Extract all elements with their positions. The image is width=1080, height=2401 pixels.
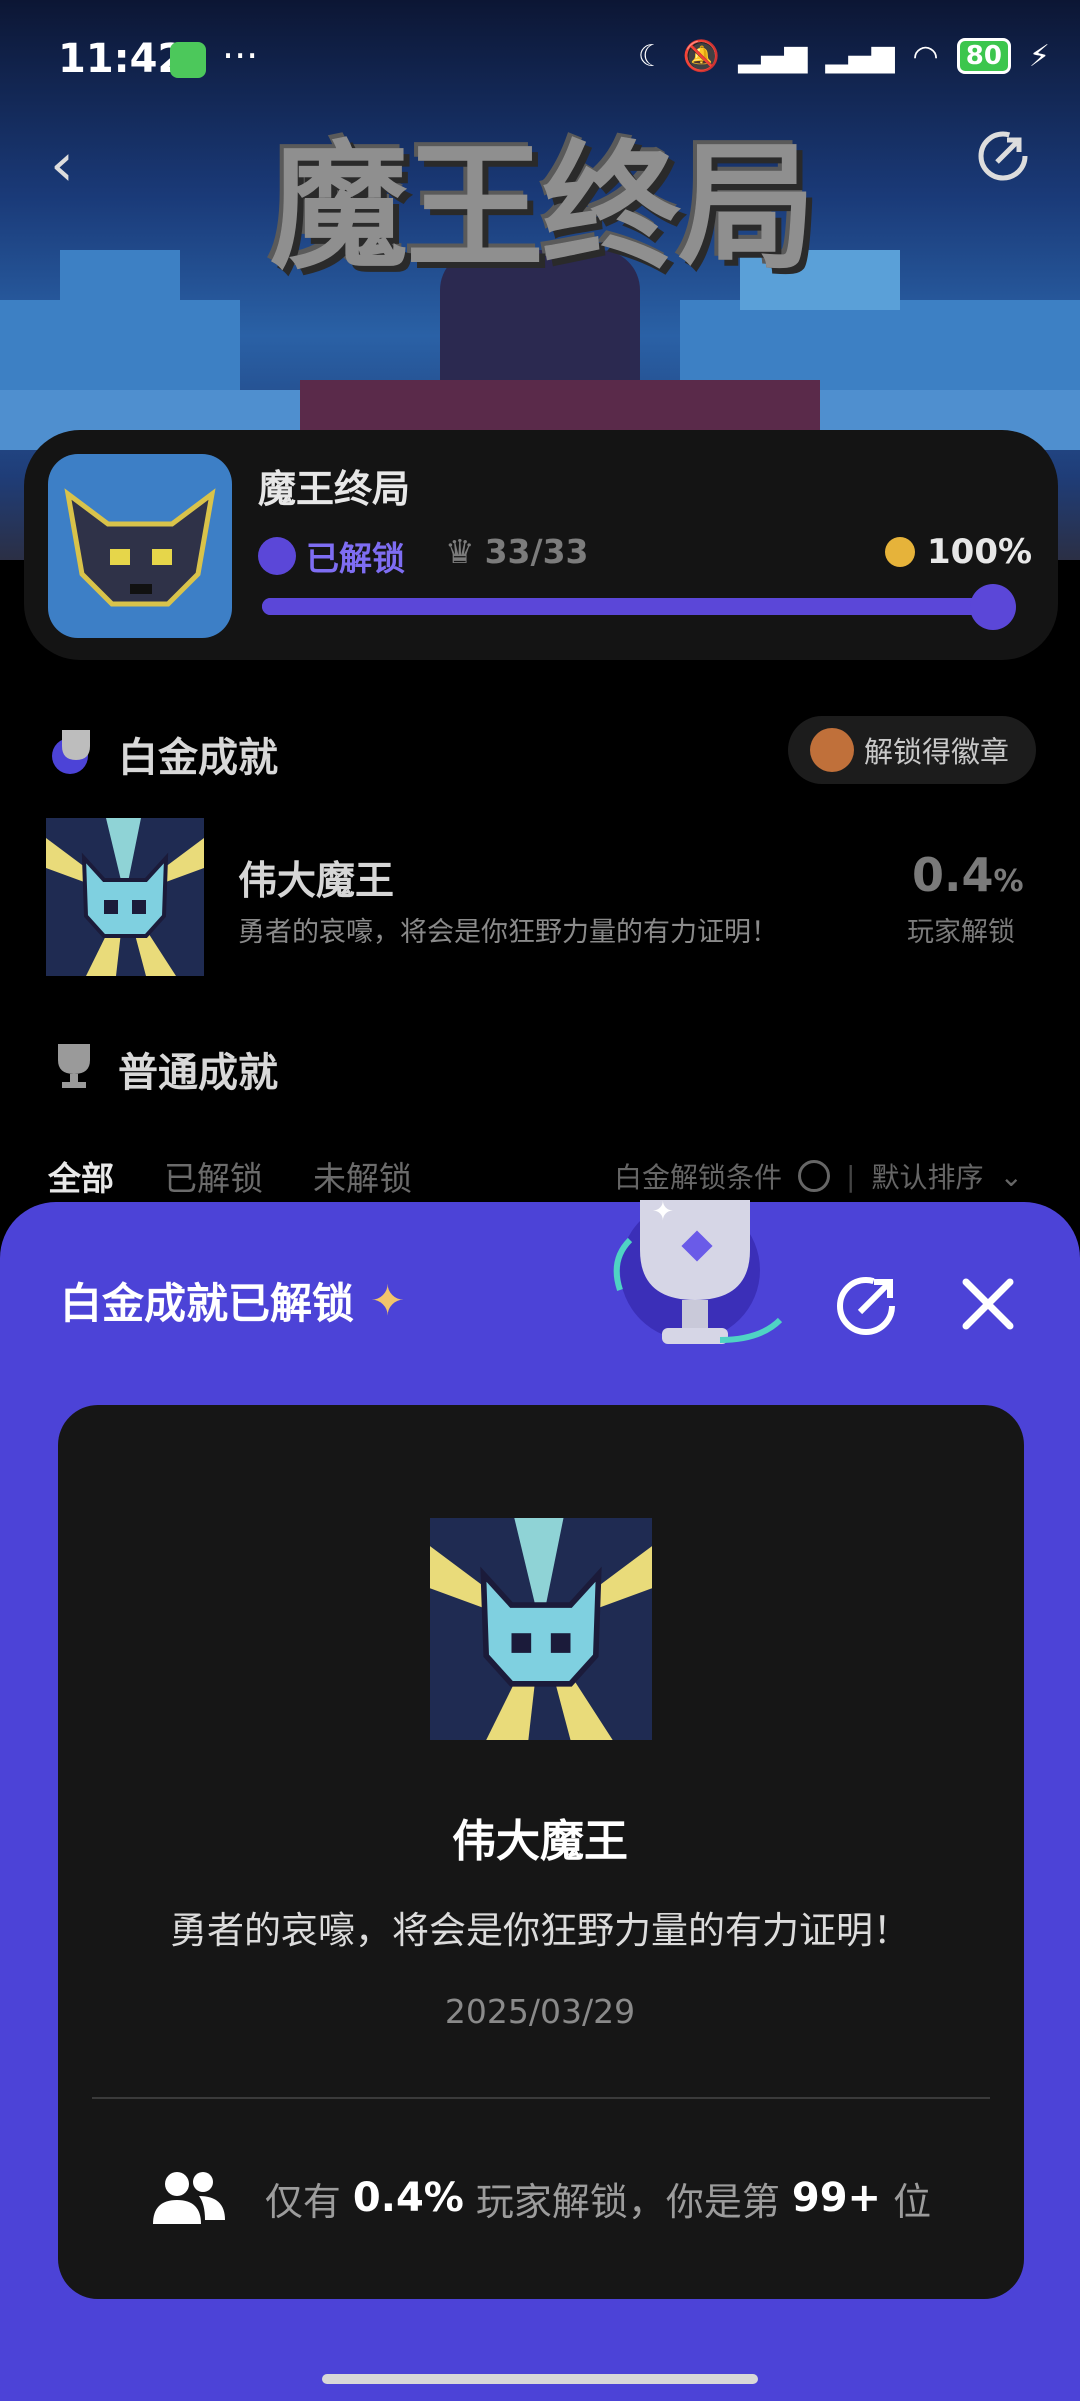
- badge-icon: [810, 728, 854, 772]
- percent-label: 100%: [927, 532, 1033, 572]
- wifi-icon: ◠: [912, 38, 939, 74]
- platinum-achievement-desc: 勇者的哀嚎，将会是你狂野力量的有力证明！: [238, 917, 778, 948]
- signal-icon-2: ▂▄▆: [825, 38, 895, 74]
- unlock-badge-label: 解锁得徽章: [864, 735, 1010, 769]
- sort-dropdown[interactable]: 默认排序: [871, 1156, 983, 1196]
- sheet-share-icon[interactable]: [832, 1268, 904, 1340]
- unlock-badge-button[interactable]: 解锁得徽章: [788, 716, 1036, 784]
- stat-middle: 玩家解锁，你是第: [475, 2179, 780, 2224]
- charging-icon: ⚡: [1028, 38, 1050, 74]
- game-title: 魔王终局: [258, 467, 411, 511]
- stat-prefix: 仅有: [264, 2179, 341, 2224]
- normal-section-title: 普通成就: [118, 1050, 278, 1096]
- more-notifications-icon: ···: [222, 34, 259, 78]
- mute-icon: 🔕: [682, 38, 721, 74]
- app-notification-icon: [170, 42, 206, 78]
- unlock-date: 2025/03/29: [444, 1992, 636, 2031]
- divider: [92, 2097, 990, 2099]
- stat-rank: 99+: [791, 2175, 882, 2221]
- platinum-unlock-label: 玩家解锁: [907, 917, 1015, 948]
- completion-percent: 100%: [885, 532, 1032, 572]
- achievement-image-large: [430, 1518, 652, 1740]
- divider-icon: |: [846, 1159, 856, 1193]
- sheet-title: 白金成就已解锁 ✦: [60, 1270, 405, 1331]
- trophy-icon: [258, 537, 296, 575]
- progress-end-icon: [970, 584, 1016, 630]
- stat-percent: 0.4%: [352, 2175, 464, 2221]
- game-logo: 魔王终局: [270, 127, 816, 288]
- svg-text:✦: ✦: [652, 1197, 674, 1227]
- achievement-description: 勇者的哀嚎，将会是你狂野力量的有力证明！: [170, 1909, 910, 1952]
- chevron-down-icon[interactable]: ⌄: [999, 1160, 1022, 1193]
- battery-indicator: 80: [956, 38, 1011, 74]
- close-icon[interactable]: [952, 1268, 1024, 1340]
- cup-icon: ♛: [445, 532, 475, 571]
- progress-bar: [262, 598, 1014, 615]
- tab-all[interactable]: 全部: [48, 1152, 114, 1200]
- unlocked-label: 已解锁: [306, 539, 405, 578]
- achievement-name: 伟大魔王: [452, 1816, 628, 1867]
- sparkle-icon: ✦: [370, 1276, 406, 1325]
- platinum-trophy-icon: [52, 730, 90, 774]
- achievement-count: ♛ 33/33: [445, 532, 589, 571]
- share-icon[interactable]: [975, 128, 1031, 184]
- trophy-illustration-icon: ✦: [613, 1197, 783, 1344]
- status-bar: 11:42 ··· ☾ 🔕 ▂▄▆ ▂▄▆ ◠ 80 ⚡: [0, 30, 1080, 94]
- signal-icon: ▂▄▆: [738, 38, 808, 74]
- unlocked-status: 已解锁: [258, 532, 405, 580]
- platinum-achievement-image[interactable]: [46, 818, 204, 976]
- sheet-title-label: 白金成就已解锁: [60, 1279, 355, 1328]
- platinum-unlock-percent: 0.4%: [912, 848, 1024, 902]
- stat-suffix: 位: [893, 2179, 932, 2224]
- tab-locked[interactable]: 未解锁: [313, 1152, 412, 1200]
- status-time: 11:42: [58, 36, 186, 82]
- platinum-achievement-name: 伟大魔王: [238, 859, 395, 904]
- back-button[interactable]: ‹: [50, 130, 74, 200]
- tab-unlocked[interactable]: 已解锁: [164, 1152, 263, 1200]
- users-icon: [152, 2172, 225, 2224]
- moon-icon: ☾: [637, 38, 665, 74]
- platinum-section-title: 白金成就: [118, 735, 278, 781]
- radio-icon[interactable]: [798, 1160, 831, 1192]
- unlock-stat: 仅有 0.4% 玩家解锁，你是第 99+ 位: [0, 2168, 1080, 2228]
- medal-icon: [885, 537, 915, 567]
- count-label: 33/33: [484, 532, 589, 571]
- home-indicator[interactable]: [322, 2374, 758, 2384]
- filter-tabs: 全部 已解锁 未解锁: [48, 1152, 412, 1200]
- normal-trophy-icon: [58, 1044, 90, 1088]
- game-icon: [48, 454, 232, 638]
